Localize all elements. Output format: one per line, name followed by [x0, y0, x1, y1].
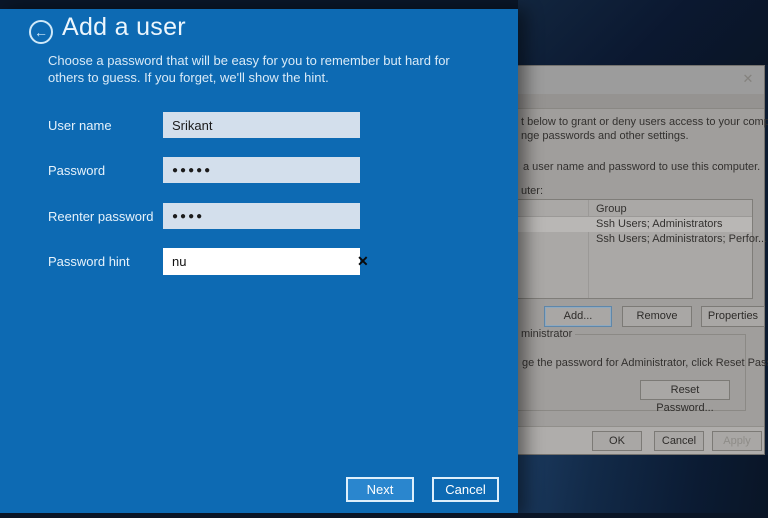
reenter-password-field[interactable] — [163, 203, 360, 229]
page-title: Add a user — [62, 13, 186, 42]
close-icon[interactable]: ✕ — [739, 70, 757, 88]
back-arrow-icon: ← — [34, 24, 48, 40]
back-button[interactable]: ← — [29, 20, 53, 44]
password-label: Password — [48, 163, 160, 178]
password-field[interactable] — [163, 157, 360, 183]
clear-icon[interactable]: ✕ — [357, 248, 369, 275]
reset-password-text: ge the password for Administrator, click… — [522, 357, 768, 369]
intro-text-line1: t below to grant or deny users access to… — [521, 116, 768, 128]
username-field[interactable] — [163, 112, 360, 138]
cancel-button[interactable]: Cancel — [654, 431, 704, 451]
users-list-label: uter: — [521, 185, 543, 197]
password-hint-label: Password hint — [48, 254, 160, 269]
reenter-password-label: Reenter password — [48, 209, 160, 224]
desktop-wallpaper — [518, 455, 768, 518]
require-password-text: a user name and password to use this com… — [523, 161, 760, 173]
list-item-group: Ssh Users; Administrators — [596, 218, 723, 230]
apply-button: Apply — [712, 431, 762, 451]
group-label: ministrator — [518, 328, 575, 340]
cancel-button[interactable]: Cancel — [432, 477, 499, 502]
password-hint-input[interactable] — [163, 248, 357, 275]
add-user-button[interactable]: Add... — [544, 306, 612, 327]
intro-text-line2: nge passwords and other settings. — [521, 130, 689, 142]
desktop-wallpaper — [518, 0, 768, 65]
group-column-label: Group — [596, 203, 627, 215]
desktop-wallpaper — [0, 0, 518, 9]
password-hint-field[interactable]: ✕ — [163, 248, 360, 275]
reset-password-button[interactable]: Reset Password... — [640, 380, 730, 400]
desktop-wallpaper — [0, 513, 768, 518]
add-user-panel: ← Add a user Choose a password that will… — [0, 9, 518, 518]
properties-button[interactable]: Properties — [701, 306, 765, 327]
ok-button[interactable]: OK — [592, 431, 642, 451]
next-button[interactable]: Next — [346, 477, 414, 502]
remove-user-button[interactable]: Remove — [622, 306, 692, 327]
username-label: User name — [48, 118, 160, 133]
list-item-group: Ssh Users; Administrators; Perfor... — [596, 233, 767, 245]
page-subtitle: Choose a password that will be easy for … — [48, 52, 466, 86]
